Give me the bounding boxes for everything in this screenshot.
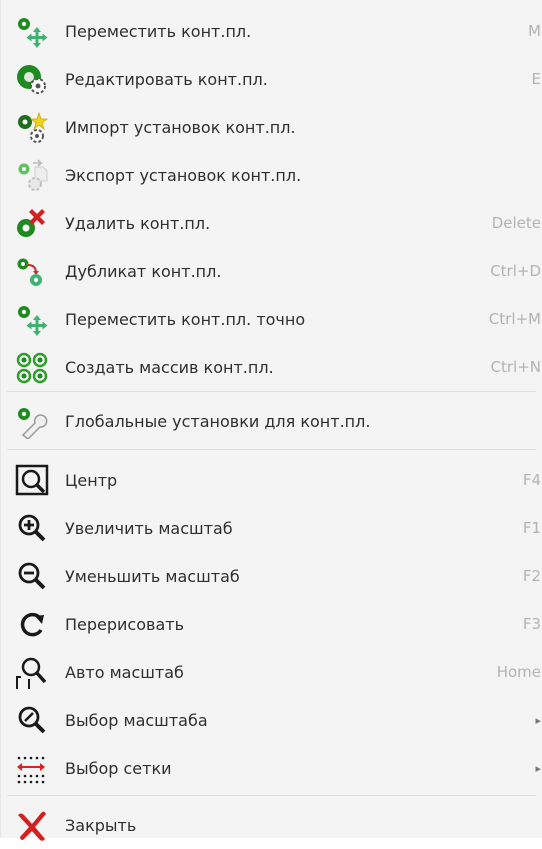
pad-delete-icon [17, 209, 45, 237]
menu-item-grid-select[interactable]: Выбор сетки ▸ [1, 744, 542, 792]
menu-item-zoom-center[interactable]: Центр F4 [1, 456, 542, 504]
pad-export-settings-icon [18, 159, 48, 191]
zoom-select-icon [18, 706, 46, 734]
menu-item-shortcut: Delete [491, 214, 541, 232]
menu-item-duplicate-pad[interactable]: Дубликат конт.пл. Ctrl+D [1, 247, 542, 295]
menu-item-shortcut: Ctrl+D [490, 262, 541, 280]
menu-item-label: Переместить конт.пл. [65, 21, 252, 41]
menu-item-label: Закрыть [65, 815, 137, 835]
menu-item-shortcut: F2 [522, 567, 541, 585]
pad-global-settings-icon [18, 408, 48, 439]
menu-item-label: Перерисовать [65, 614, 184, 634]
submenu-arrow-icon: ▸ [535, 761, 541, 775]
menu-item-zoom-out[interactable]: Уменьшить масштаб F2 [1, 552, 542, 600]
menu-item-label: Выбор масштаба [65, 710, 208, 730]
menu-item-redraw[interactable]: Перерисовать F3 [1, 600, 542, 648]
menu-item-zoom-auto[interactable]: Авто масштаб Home [1, 648, 542, 696]
menu-item-label: Редактировать конт.пл. [65, 69, 268, 89]
menu-item-zoom-in[interactable]: Увеличить масштаб F1 [1, 504, 542, 552]
menu-item-edit-pad[interactable]: Редактировать конт.пл. E [1, 55, 542, 103]
pad-move-exact-icon [18, 306, 48, 336]
menu-item-label: Экспорт установок конт.пл. [65, 165, 302, 185]
menu-separator [7, 795, 536, 796]
menu-item-label: Выбор сетки [65, 758, 172, 778]
grid-select-icon [17, 756, 45, 784]
pad-array-icon [16, 352, 48, 384]
pad-import-settings-icon [18, 111, 49, 143]
menu-item-shortcut: F3 [522, 615, 541, 633]
menu-separator [7, 391, 536, 392]
menu-item-shortcut: Ctrl+N [490, 358, 541, 376]
zoom-center-icon [15, 464, 49, 496]
menu-item-global-pad-settings[interactable]: Глобальные установки для конт.пл. [1, 397, 542, 445]
menu-item-label: Глобальные установки для конт.пл. [65, 411, 371, 431]
menu-item-label: Импорт установок конт.пл. [65, 117, 296, 137]
menu-item-shortcut: M [528, 22, 541, 40]
zoom-in-icon [18, 514, 46, 542]
menu-item-move-pad[interactable]: Переместить конт.пл. M [1, 7, 542, 55]
menu-item-label: Удалить конт.пл. [65, 213, 211, 233]
menu-item-shortcut: F4 [522, 471, 541, 489]
pad-duplicate-icon [17, 258, 42, 286]
menu-item-label: Дубликат конт.пл. [65, 261, 222, 281]
zoom-auto-icon [16, 657, 47, 689]
pad-edit-icon [17, 65, 46, 94]
menu-item-export-pad-settings[interactable]: Экспорт установок конт.пл. [1, 151, 542, 199]
redraw-icon [20, 612, 44, 637]
context-menu: Переместить конт.пл. M Редактировать кон… [0, 0, 542, 841]
menu-item-close[interactable]: Закрыть [1, 801, 542, 849]
menu-item-label: Центр [65, 470, 118, 490]
menu-item-label: Авто масштаб [65, 662, 184, 682]
menu-item-label: Уменьшить масштаб [65, 566, 240, 586]
menu-item-label: Переместить конт.пл. точно [65, 309, 306, 329]
menu-item-shortcut: E [531, 70, 541, 88]
menu-item-create-pad-array[interactable]: Создать массив конт.пл. Ctrl+N [1, 343, 542, 391]
pad-move-icon [18, 18, 48, 48]
menu-item-label: Создать массив конт.пл. [65, 357, 274, 377]
zoom-out-icon [18, 562, 46, 590]
menu-item-import-pad-settings[interactable]: Импорт установок конт.пл. [1, 103, 542, 151]
menu-item-move-pad-exact[interactable]: Переместить конт.пл. точно Ctrl+M [1, 295, 542, 343]
submenu-arrow-icon: ▸ [535, 713, 541, 727]
menu-item-delete-pad[interactable]: Удалить конт.пл. Delete [1, 199, 542, 247]
menu-separator [7, 449, 536, 450]
menu-item-label: Увеличить масштаб [65, 518, 233, 538]
menu-item-shortcut: Ctrl+M [488, 310, 541, 328]
menu-item-shortcut: Home [496, 663, 541, 681]
menu-item-zoom-select[interactable]: Выбор масштаба ▸ [1, 696, 542, 744]
menu-item-shortcut: F1 [522, 519, 541, 537]
